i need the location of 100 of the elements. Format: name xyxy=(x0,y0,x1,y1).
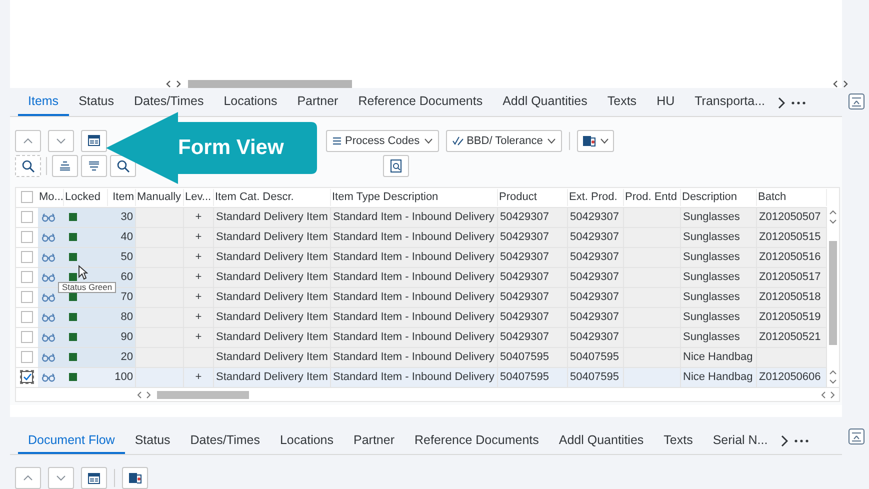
dropdown-button[interactable]: Process Codes xyxy=(326,130,439,152)
sort-descending-button[interactable] xyxy=(81,154,107,177)
tab[interactable]: Partner xyxy=(344,428,404,454)
caret-icon xyxy=(600,138,609,144)
sort-ascending-button[interactable] xyxy=(52,154,78,177)
scrollbar-thumb[interactable] xyxy=(157,390,249,399)
scroll-arrows-icon[interactable] xyxy=(829,210,837,224)
column-header[interactable]: Item xyxy=(108,189,136,206)
glasses-icon[interactable] xyxy=(42,212,55,222)
column-header[interactable]: Description xyxy=(681,189,757,206)
tab[interactable]: Reference Documents xyxy=(404,428,549,454)
table-cell: 50 xyxy=(108,248,136,267)
tab[interactable]: Document Flow xyxy=(18,428,125,454)
sort-descending-icon xyxy=(88,160,100,171)
form-view-button[interactable] xyxy=(81,130,107,152)
row-checkbox[interactable] xyxy=(21,331,33,344)
glasses-icon[interactable] xyxy=(42,352,55,362)
callout-label: Form View xyxy=(178,136,284,160)
tab[interactable]: Status xyxy=(124,428,180,454)
tab[interactable]: Reference Documents xyxy=(348,90,493,116)
table-row[interactable]: 30 + Standard Delivery Item Standard Item - Inbound Delivery 50429307 50429307 Sunglasses Z012050507 xyxy=(16,206,827,227)
glasses-icon[interactable] xyxy=(42,272,55,282)
chevron-up-icon xyxy=(23,475,33,481)
tab[interactable]: Addl Quantities xyxy=(548,428,654,454)
column-header[interactable]: Product xyxy=(498,189,568,206)
column-header[interactable]: Lev... xyxy=(184,189,214,206)
table-row[interactable]: 100 + Standard Delivery Item Standard Item - Inbound Delivery 50407595 50407595 Nice Handbag Z012050606 xyxy=(16,366,827,387)
form-icon xyxy=(88,472,100,484)
scrollbar-thumb[interactable] xyxy=(829,240,837,345)
table-row[interactable]: 90 + Standard Delivery Item Standard Item - Inbound Delivery 50429307 50429307 Sunglasses Z012050521 xyxy=(16,326,827,347)
scroll-arrows-icon[interactable] xyxy=(832,80,850,88)
collapse-icon[interactable] xyxy=(848,428,865,445)
column-header[interactable]: Item Cat. Descr. xyxy=(214,189,331,206)
column-header[interactable]: Prod. Entd xyxy=(624,189,681,206)
scroll-arrows-icon[interactable] xyxy=(136,390,152,399)
glasses-icon[interactable] xyxy=(42,252,55,262)
cursor-icon xyxy=(78,265,88,280)
form-icon xyxy=(88,135,100,146)
column-header[interactable]: Ext. Prod. xyxy=(568,189,624,206)
column-header[interactable]: Mo... xyxy=(38,189,64,206)
status-tooltip: Status Green xyxy=(58,282,116,293)
chevron-right-icon[interactable] xyxy=(777,96,786,109)
tab[interactable]: Texts xyxy=(597,90,647,116)
tab[interactable]: Serial N... xyxy=(702,428,778,454)
scroll-arrows-icon[interactable] xyxy=(165,80,183,88)
row-checkbox[interactable] xyxy=(21,371,33,384)
scroll-arrows-icon[interactable] xyxy=(820,390,836,399)
row-checkbox[interactable] xyxy=(21,291,33,304)
glasses-icon[interactable] xyxy=(42,292,55,302)
table-row[interactable]: 40 + Standard Delivery Item Standard Item - Inbound Delivery 50429307 50429307 Sunglasses Z012050515 xyxy=(16,226,827,247)
column-header[interactable]: Locked xyxy=(64,189,108,206)
tab[interactable]: Addl Quantities xyxy=(492,90,598,116)
toolbar-button[interactable] xyxy=(122,467,148,489)
collapse-icon[interactable] xyxy=(848,93,865,110)
table-cell: 80 xyxy=(108,308,136,327)
glasses-icon[interactable] xyxy=(42,332,55,342)
select-all-checkbox[interactable] xyxy=(21,191,33,204)
search-icon xyxy=(116,158,130,173)
column-header[interactable]: Item Type Description xyxy=(331,189,498,206)
row-checkbox[interactable] xyxy=(21,231,33,244)
table-row[interactable]: 20 Standard Delivery Item Standard Item - Inbound Delivery 50407595 50407595 Nice Handbag xyxy=(16,346,827,367)
down-button[interactable] xyxy=(48,467,74,489)
glasses-icon[interactable] xyxy=(42,312,55,322)
more-icon[interactable] xyxy=(794,439,809,443)
scroll-arrows-icon[interactable] xyxy=(829,370,837,384)
dropdown-button[interactable]: BBD/ Tolerance xyxy=(446,130,562,152)
scrollbar-thumb[interactable] xyxy=(188,80,352,88)
form-view-button[interactable] xyxy=(81,467,107,489)
glasses-icon[interactable] xyxy=(42,232,55,242)
tab[interactable]: Status xyxy=(68,90,124,116)
glasses-icon[interactable] xyxy=(42,372,55,382)
row-checkbox[interactable] xyxy=(21,271,33,284)
tab[interactable]: Transporta... xyxy=(684,90,776,116)
tab[interactable]: HU xyxy=(646,90,685,116)
column-header[interactable]: Manually xyxy=(136,189,184,206)
tab[interactable]: Dates/Times xyxy=(180,428,270,454)
print-preview-button[interactable] xyxy=(383,154,409,177)
chevron-right-icon[interactable] xyxy=(780,435,788,447)
table-cell: Standard Item - Inbound Delivery xyxy=(331,368,498,387)
row-checkbox[interactable] xyxy=(21,251,33,264)
row-checkbox[interactable] xyxy=(21,351,33,364)
row-checkbox[interactable] xyxy=(21,311,33,324)
zoom-icon xyxy=(21,158,35,173)
chevron-up-icon xyxy=(23,138,33,144)
tab[interactable]: Dates/Times xyxy=(124,90,214,116)
up-button[interactable] xyxy=(15,467,41,489)
tab[interactable]: Texts xyxy=(654,428,703,454)
column-header[interactable]: Batch xyxy=(757,189,827,206)
table-cell: 30 xyxy=(108,208,136,227)
row-checkbox[interactable] xyxy=(21,211,33,224)
tab[interactable]: Locations xyxy=(270,428,344,454)
tab[interactable]: Partner xyxy=(287,90,348,116)
table-row[interactable]: 80 + Standard Delivery Item Standard Item - Inbound Delivery 50429307 50429307 Sunglasses Z012050519 xyxy=(16,306,827,327)
table-cell: + xyxy=(184,368,214,387)
dropdown-button[interactable] xyxy=(576,130,614,152)
caret-icon xyxy=(546,138,556,144)
more-icon[interactable] xyxy=(791,100,806,105)
tab[interactable]: Locations xyxy=(214,90,288,116)
zoom-button[interactable] xyxy=(15,154,41,177)
table-row[interactable]: 50 + Standard Delivery Item Standard Item - Inbound Delivery 50429307 50429307 Sunglasses Z012050516 xyxy=(16,246,827,267)
